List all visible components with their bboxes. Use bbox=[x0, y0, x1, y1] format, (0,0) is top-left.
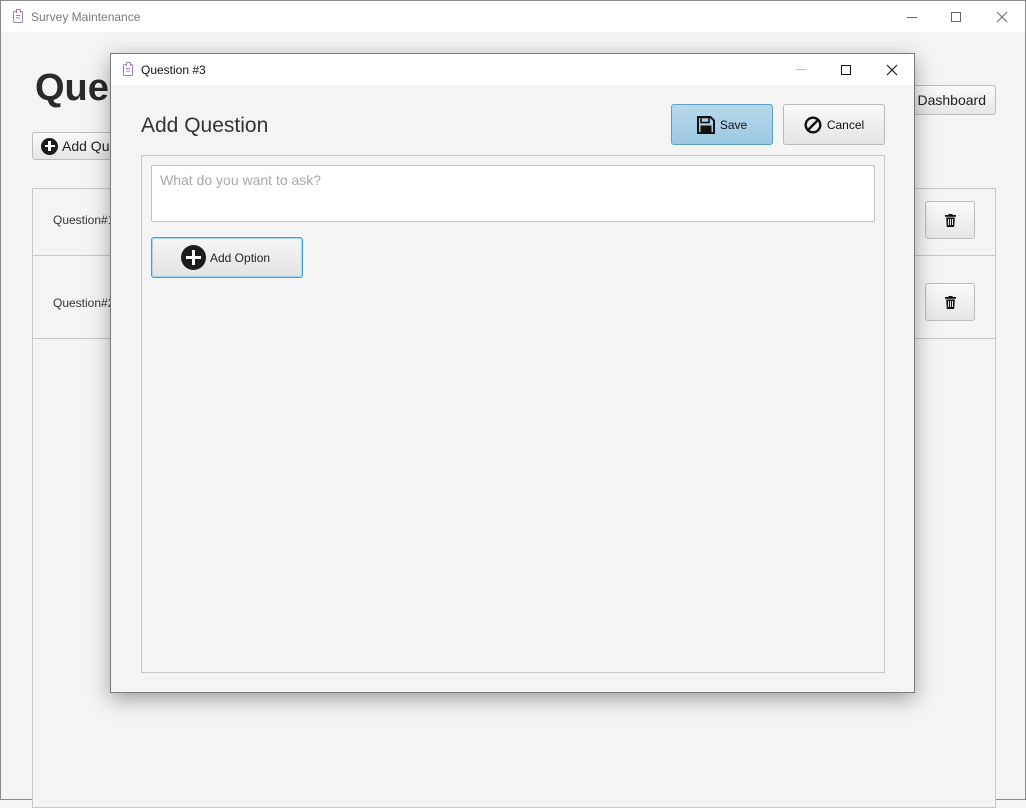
add-question-label: Add Que bbox=[62, 138, 118, 154]
window-title: Survey Maintenance bbox=[31, 10, 141, 24]
dashboard-label: Dashboard bbox=[917, 92, 987, 108]
dialog-title: Question #3 bbox=[141, 63, 206, 77]
delete-question-button[interactable] bbox=[925, 283, 975, 321]
trash-icon bbox=[945, 214, 956, 227]
maximize-icon bbox=[951, 11, 961, 22]
question-label: Question#1 bbox=[53, 213, 115, 227]
dialog-minimize-button[interactable] bbox=[778, 54, 824, 85]
clipboard-icon bbox=[123, 62, 133, 76]
dialog-close-button[interactable] bbox=[869, 54, 915, 85]
add-option-label: Add Option bbox=[210, 250, 271, 265]
maximize-button[interactable] bbox=[933, 1, 979, 32]
question-label: Question#2 bbox=[53, 296, 115, 310]
clipboard-icon bbox=[13, 9, 23, 23]
close-icon bbox=[886, 64, 898, 75]
save-label: Save bbox=[719, 117, 748, 132]
add-option-button[interactable]: Add Option bbox=[151, 237, 303, 278]
cancel-button[interactable]: Cancel bbox=[783, 104, 885, 145]
minimize-icon bbox=[796, 68, 806, 70]
plus-circle-icon bbox=[41, 137, 58, 155]
trash-icon bbox=[945, 296, 956, 309]
maximize-icon bbox=[841, 64, 851, 75]
cancel-label: Cancel bbox=[826, 117, 865, 132]
question-text-input[interactable] bbox=[151, 165, 875, 222]
dialog-heading: Add Question bbox=[141, 114, 269, 137]
close-button[interactable] bbox=[979, 1, 1025, 32]
save-button[interactable]: Save bbox=[671, 104, 773, 145]
floppy-disk-icon bbox=[696, 115, 715, 134]
dialog-maximize-button[interactable] bbox=[823, 54, 869, 85]
dialog-titlebar[interactable]: Question #3 bbox=[111, 54, 914, 85]
ban-icon bbox=[804, 115, 822, 134]
question-editor-panel: Add Option bbox=[141, 155, 885, 673]
dashboard-button[interactable]: Dashboard bbox=[901, 85, 996, 115]
main-titlebar[interactable]: Survey Maintenance bbox=[1, 1, 1025, 32]
minimize-icon bbox=[907, 16, 917, 18]
question-dialog: Question #3 Add Question Save Cancel Ad bbox=[110, 53, 915, 693]
close-icon bbox=[996, 11, 1008, 22]
delete-question-button[interactable] bbox=[925, 201, 975, 239]
minimize-button[interactable] bbox=[889, 1, 935, 32]
plus-circle-icon bbox=[181, 245, 206, 270]
